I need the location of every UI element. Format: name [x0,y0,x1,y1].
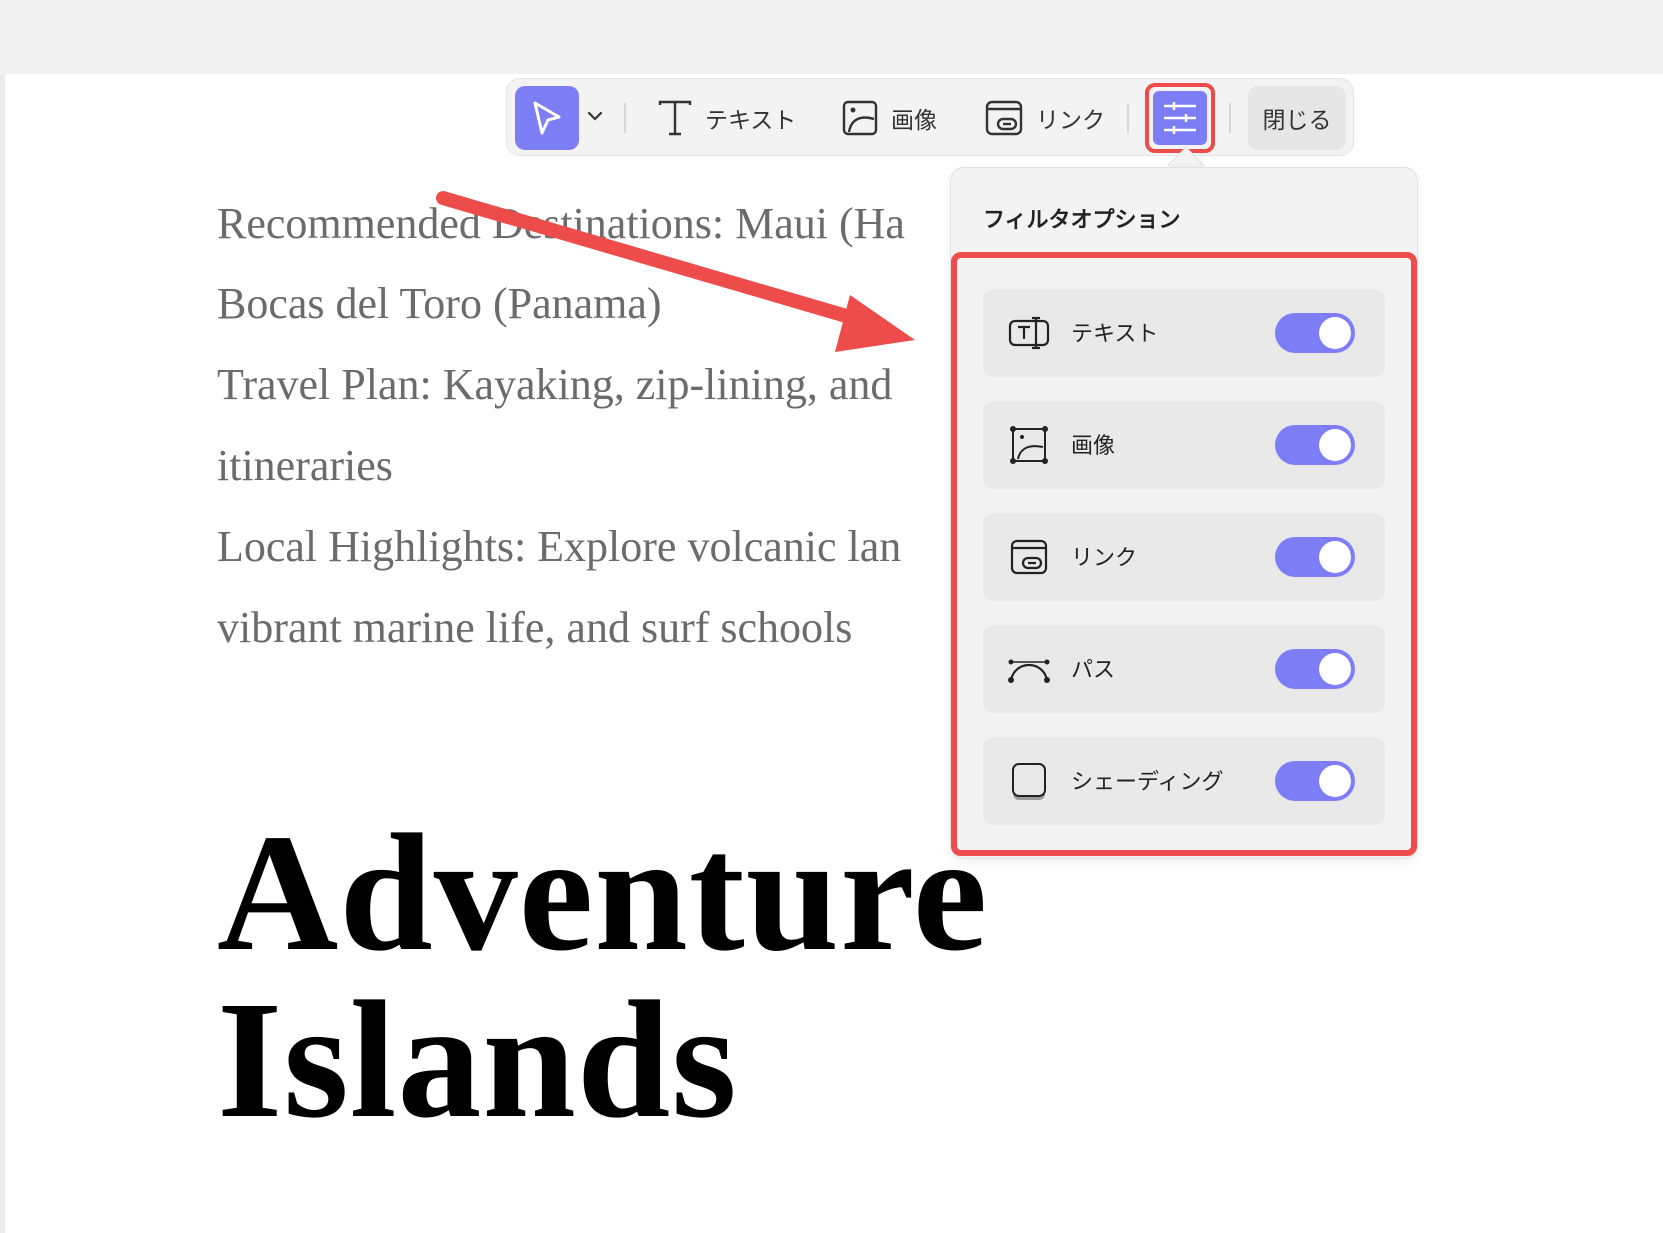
image-tool-icon [842,100,878,136]
heading-line-1: Adventure [217,800,989,986]
filter-options-button[interactable] [1145,83,1215,153]
doc-line-4: itineraries [217,441,393,490]
page-left-edge [0,74,5,1233]
select-tool-dropdown[interactable] [585,106,605,126]
add-text-label: テキスト [705,108,797,134]
add-link-button[interactable]: リンク [984,91,1105,145]
toolbar-separator [1127,103,1129,133]
window-top-bar [0,0,1663,74]
sliders-icon [1164,102,1196,134]
add-link-label: リンク [1036,108,1105,134]
add-image-label: 画像 [891,108,937,134]
filter-options-button-inner [1153,91,1207,145]
chevron-down-icon [587,111,603,121]
toolbar-separator [624,103,626,133]
edit-toolbar: テキスト 画像 リンク 閉じる [506,78,1354,156]
add-image-button[interactable]: 画像 [841,91,937,145]
toolbar-separator [1229,103,1231,133]
cursor-arrow-icon [533,101,561,135]
heading-line-2: Islands [217,967,738,1153]
doc-line-6: vibrant marine life, and surf schools [217,603,853,652]
doc-line-5: Local Highlights: Explore volcanic lan [217,522,902,571]
doc-line-3: Travel Plan: Kayaking, zip-lining, and [217,360,893,409]
link-tool-icon [985,100,1023,136]
close-button[interactable]: 閉じる [1248,86,1346,150]
text-tool-icon [658,100,692,136]
annotation-highlight-box [951,252,1417,856]
doc-line-1: Recommended Destinations: Maui (Ha [217,199,905,248]
add-text-button[interactable]: テキスト [657,91,796,145]
popup-title: フィルタオプション [983,208,1181,233]
select-tool-button[interactable] [515,86,579,150]
filter-options-popup: フィルタオプション テキスト 画像 リンク パス シェーディング [950,167,1418,859]
doc-line-2: Bocas del Toro (Panama) [217,279,662,328]
